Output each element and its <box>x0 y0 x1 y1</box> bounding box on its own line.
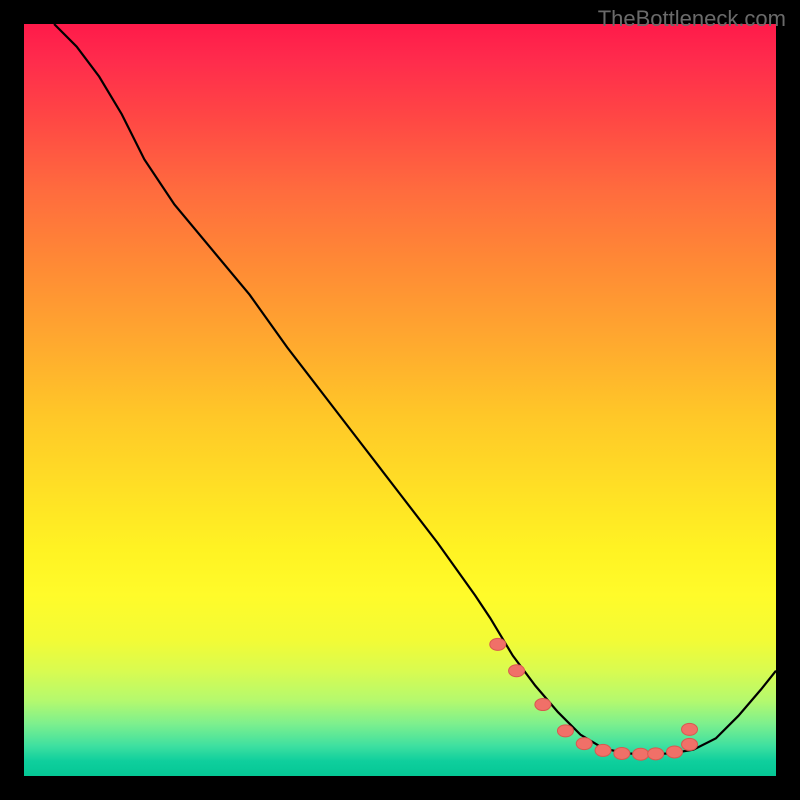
data-dot <box>648 748 664 760</box>
bottleneck-curve <box>54 24 776 754</box>
data-dot <box>614 747 630 759</box>
plot-area <box>24 24 776 776</box>
data-dot <box>490 638 506 650</box>
data-dot <box>633 748 649 760</box>
data-dot <box>595 744 611 756</box>
data-dot <box>576 738 592 750</box>
data-dot <box>535 699 551 711</box>
data-dot <box>557 725 573 737</box>
data-dot <box>682 738 698 750</box>
data-dot <box>682 723 698 735</box>
data-dot <box>509 665 525 677</box>
watermark-text: TheBottleneck.com <box>598 6 786 32</box>
data-dot <box>666 746 682 758</box>
chart-svg <box>24 24 776 776</box>
